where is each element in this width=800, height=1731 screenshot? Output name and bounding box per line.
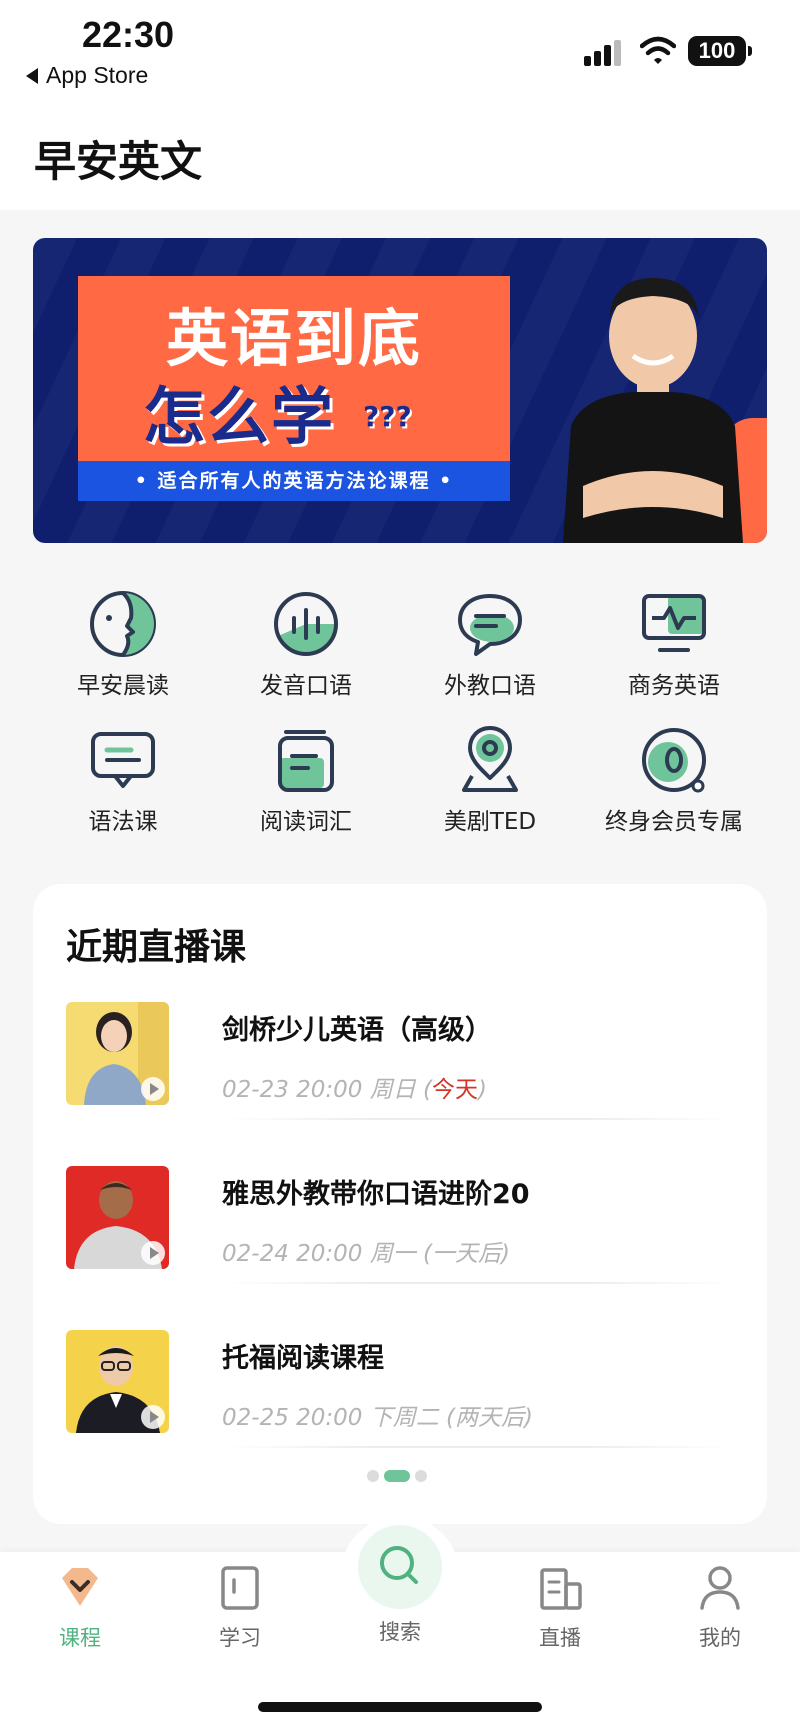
- course-time: 02-24 20:00 周一 (一天后): [222, 1241, 510, 1267]
- face-profile-icon: [90, 591, 156, 657]
- home-indicator[interactable]: [258, 1702, 542, 1712]
- wifi-icon: [640, 36, 676, 64]
- category-grammar[interactable]: 语法课: [33, 724, 213, 836]
- category-lifetime-member[interactable]: 终身会员专属: [584, 724, 764, 836]
- banner-headline-1: 英语到底: [165, 302, 422, 375]
- tab-profile[interactable]: 我的: [660, 1562, 780, 1652]
- study-icon: [221, 1566, 259, 1610]
- pagination-dots[interactable]: [367, 1470, 427, 1482]
- tab-label: 搜索: [379, 1620, 421, 1644]
- promo-banner[interactable]: 英语到底 怎么学 ??? • 适合所有人的英语方法论课程 •: [33, 238, 767, 543]
- monitor-pulse-icon: [642, 594, 706, 652]
- back-label: App Store: [46, 62, 149, 88]
- category-reading-vocab[interactable]: 阅读词汇: [216, 724, 396, 836]
- course-icon: [62, 1568, 98, 1606]
- category-label: 外教口语: [444, 673, 536, 699]
- upcoming-live-card: 近期直播课 剑桥少儿英语（高级） 02-23 20:00 周日 (今天) 雅思外…: [33, 884, 767, 1524]
- category-pronunciation[interactable]: 发音口语: [216, 588, 396, 700]
- app-header: 早安英文: [0, 120, 800, 210]
- category-morning-reading[interactable]: 早安晨读: [33, 588, 213, 700]
- category-label: 语法课: [88, 809, 158, 835]
- course-thumbnail: [66, 1002, 169, 1105]
- chat-bubble-icon: [458, 594, 522, 656]
- category-foreign-teacher[interactable]: 外教口语: [400, 588, 580, 700]
- page-dot[interactable]: [367, 1470, 379, 1482]
- live-course-item[interactable]: 雅思外教带你口语进阶20 02-24 20:00 周一 (一天后): [66, 1166, 734, 1286]
- page-title: 早安英文: [34, 137, 203, 186]
- course-name: 剑桥少儿英语（高级）: [222, 1015, 492, 1046]
- tab-course[interactable]: 课程: [20, 1562, 140, 1652]
- instructor-photo: [563, 278, 743, 543]
- divider: [222, 1446, 734, 1448]
- category-label: 美剧TED: [443, 809, 537, 835]
- back-arrow-icon: [26, 67, 38, 84]
- zero-badge-icon: [642, 728, 706, 793]
- location-pin-icon: [462, 726, 518, 792]
- status-bar: 22:30 App Store 100: [0, 0, 800, 120]
- divider: [222, 1118, 734, 1120]
- cellular-signal-icon: [584, 40, 621, 66]
- tab-study[interactable]: 学习: [180, 1562, 300, 1652]
- play-icon: [141, 1077, 165, 1101]
- category-label: 终身会员专属: [605, 809, 743, 835]
- course-name: 托福阅读课程: [222, 1343, 384, 1374]
- tab-search[interactable]: 搜索: [340, 1524, 460, 1646]
- course-name: 雅思外教带你口语进阶20: [222, 1179, 530, 1210]
- banner-subtitle: • 适合所有人的英语方法论课程 •: [78, 461, 510, 501]
- divider: [222, 1282, 734, 1284]
- page-dot-active[interactable]: [384, 1470, 410, 1482]
- message-lines-icon: [91, 732, 155, 788]
- sound-wave-icon: [274, 592, 338, 656]
- course-time: 02-25 20:00 下周二 (两天后): [222, 1405, 533, 1431]
- tab-label: 直播: [539, 1626, 581, 1650]
- today-tag: 今天: [432, 1077, 479, 1103]
- live-icon: [540, 1568, 582, 1610]
- banner-question-marks: ???: [363, 400, 412, 433]
- search-icon: [358, 1525, 442, 1609]
- section-title: 近期直播课: [66, 927, 247, 968]
- category-business-english[interactable]: 商务英语: [584, 588, 764, 700]
- back-to-app-store[interactable]: App Store: [26, 62, 148, 89]
- category-label: 阅读词汇: [260, 809, 352, 835]
- tab-live[interactable]: 直播: [500, 1562, 620, 1652]
- tab-label: 我的: [699, 1626, 741, 1650]
- play-icon: [141, 1405, 165, 1429]
- tab-label: 学习: [219, 1626, 261, 1650]
- book-stack-icon: [278, 730, 334, 792]
- course-time: 02-23 20:00 周日 (今天): [222, 1077, 488, 1103]
- status-time: 22:30: [82, 14, 175, 55]
- course-thumbnail: [66, 1166, 169, 1269]
- live-course-item[interactable]: 剑桥少儿英语（高级） 02-23 20:00 周日 (今天): [66, 1002, 734, 1122]
- live-course-item[interactable]: 托福阅读课程 02-25 20:00 下周二 (两天后): [66, 1330, 734, 1450]
- course-thumbnail: [66, 1330, 169, 1433]
- banner-headline-2: 怎么学: [143, 380, 336, 453]
- battery-icon: 100: [688, 36, 752, 66]
- category-ted[interactable]: 美剧TED: [400, 724, 580, 836]
- category-label: 商务英语: [628, 673, 720, 699]
- category-label: 早安晨读: [77, 673, 169, 699]
- category-label: 发音口语: [260, 673, 352, 699]
- play-icon: [141, 1241, 165, 1265]
- page-dot[interactable]: [415, 1470, 427, 1482]
- profile-icon: [700, 1566, 740, 1610]
- tab-label: 课程: [59, 1626, 101, 1650]
